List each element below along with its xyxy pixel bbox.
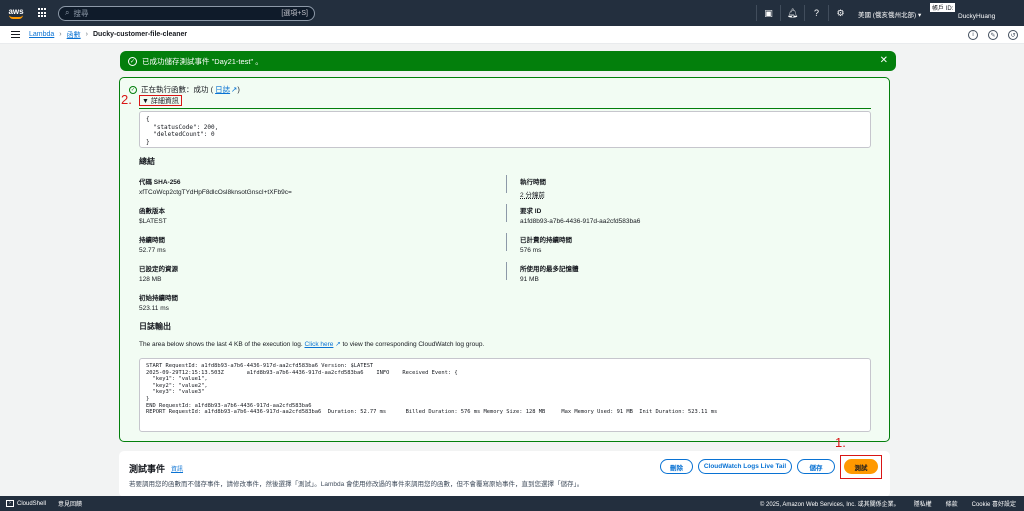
- copyright: © 2025, Amazon Web Services, Inc. 或其關係企業…: [759, 502, 900, 508]
- summary-billed-duration: 已計費的持續時間 576 ms: [520, 237, 572, 254]
- breadcrumb-lambda[interactable]: Lambda: [29, 31, 54, 38]
- execution-result-panel: ✓ 正在執行函數：成功 ( 日誌 ↗ ) 2. ▼ 詳細資訊 { "status…: [119, 77, 890, 442]
- cloudshell-button[interactable]: › CloudShell: [6, 500, 46, 507]
- summary-version: 函數版本 $LATEST: [139, 208, 167, 225]
- info-link[interactable]: 資訊: [171, 464, 183, 473]
- test-event-panel: 測試事件 資訊 若要調用您的函數而不儲存事件，請修改事件，然後選擇「測試」。La…: [119, 435, 890, 497]
- search-placeholder: 搜尋: [73, 8, 89, 18]
- test-event-description: 若要調用您的函數而不儲存事件，請修改事件，然後選擇「測試」。Lambda 會使用…: [129, 481, 584, 488]
- cookie-preferences-link[interactable]: Cookie 喜好設定: [972, 499, 1016, 508]
- summary-exec-time: 執行時間 2 分鐘前: [520, 179, 546, 199]
- annotation-1: 1.: [835, 435, 846, 450]
- logs-link[interactable]: 日誌: [215, 84, 230, 95]
- terminal-icon: ›: [6, 500, 14, 507]
- chevron-right-icon: ›: [85, 31, 88, 38]
- terms-link[interactable]: 條款: [946, 499, 958, 508]
- save-button[interactable]: 儲存: [797, 459, 835, 474]
- divider: [506, 204, 507, 222]
- footer: › CloudShell 意見回饋 © 2025, Amazon Web Serv…: [0, 496, 1024, 511]
- chevron-right-icon: ›: [59, 31, 62, 38]
- cloudwatch-log-link[interactable]: Click here: [305, 341, 334, 348]
- top-navigation: aws ⌕ 搜尋 [選項+S] ▣ 🔔︎ ? ⚙ 美國 (俄亥俄州北部) ▾ 帳…: [0, 0, 1024, 26]
- annotation-2: 2.: [121, 92, 132, 107]
- close-icon[interactable]: ✕: [880, 55, 888, 66]
- execution-status: ✓ 正在執行函數：成功 ( 日誌 ↗ ): [129, 84, 240, 95]
- privacy-link[interactable]: 隱私權: [914, 499, 932, 508]
- summary-init-duration: 初始持續時間 523.11 ms: [139, 295, 178, 312]
- menu-hamburger-icon[interactable]: [11, 31, 20, 38]
- test-button[interactable]: 測試: [844, 459, 878, 474]
- region-selector[interactable]: 美國 (俄亥俄州北部) ▾: [858, 9, 921, 19]
- help-icon[interactable]: ?: [804, 5, 828, 21]
- details-toggle[interactable]: ▼ 詳細資訊: [139, 95, 182, 106]
- history-icon[interactable]: ↺: [1008, 30, 1018, 40]
- summary-code-sha: 代碼 SHA-256 xfTCoWcp2ctgTYdHpF8dlcOsl8knso…: [139, 179, 292, 196]
- breadcrumb-current: Ducky-customer-file-cleaner: [92, 31, 188, 38]
- info-icon[interactable]: i: [968, 30, 978, 40]
- summary-max-memory: 所使用的最多記憶體 91 MB: [520, 266, 579, 283]
- divider: [506, 233, 507, 251]
- delete-button[interactable]: 刪除: [660, 459, 693, 474]
- settings-gear-icon[interactable]: ⚙: [828, 5, 852, 21]
- summary-request-id: 要求 ID a1fd8b93-a7b6-4436-917d-aa2cfd583ba…: [520, 208, 641, 225]
- summary-duration: 持續時間 52.77 ms: [139, 237, 166, 254]
- cloudwatch-live-tail-button[interactable]: CloudWatch Logs Live Tail: [698, 459, 792, 474]
- flash-message: 已成功儲存測試事件 "Day21-test" 。: [142, 56, 263, 66]
- search-shortcut: [選項+S]: [281, 10, 308, 17]
- success-flash: ✓ 已成功儲存測試事件 "Day21-test" 。 ✕: [120, 51, 896, 71]
- cloudshell-icon[interactable]: ▣: [756, 5, 780, 21]
- divider: [506, 262, 507, 280]
- notifications-bell-icon[interactable]: 🔔︎: [780, 5, 804, 21]
- log-output[interactable]: START RequestId: a1fd8b93-a7b6-4436-917d…: [139, 358, 871, 432]
- test-event-title: 測試事件: [129, 464, 166, 474]
- feedback-icon[interactable]: ✎: [988, 30, 998, 40]
- check-circle-icon: ✓: [128, 56, 137, 66]
- breadcrumb-bar: Lambda › 函數 › Ducky-customer-file-cleane…: [0, 26, 1024, 44]
- divider: [139, 108, 871, 109]
- services-grid-icon[interactable]: [38, 8, 48, 18]
- breadcrumb: Lambda › 函數 › Ducky-customer-file-cleane…: [29, 30, 187, 40]
- response-output[interactable]: { "statusCode": 200, "deletedCount": 0 }: [139, 111, 871, 148]
- external-link-icon: ↗: [335, 341, 341, 348]
- feedback-link[interactable]: 意見回饋: [58, 499, 82, 508]
- account-user[interactable]: DuckyHuang: [958, 13, 995, 20]
- account-id: 帳戶 ID:: [930, 3, 956, 12]
- breadcrumb-functions[interactable]: 函數: [67, 30, 81, 40]
- log-description: The area below shows the last 4 KB of th…: [139, 341, 485, 348]
- divider: [506, 175, 507, 193]
- search-input[interactable]: ⌕ 搜尋 [選項+S]: [58, 5, 315, 21]
- aws-logo[interactable]: aws: [6, 7, 26, 19]
- summary-title: 總結: [139, 157, 155, 166]
- log-output-title: 日誌輸出: [139, 322, 171, 331]
- summary-resources: 已設定的資源 128 MB: [139, 266, 178, 283]
- search-icon: ⌕: [65, 8, 70, 17]
